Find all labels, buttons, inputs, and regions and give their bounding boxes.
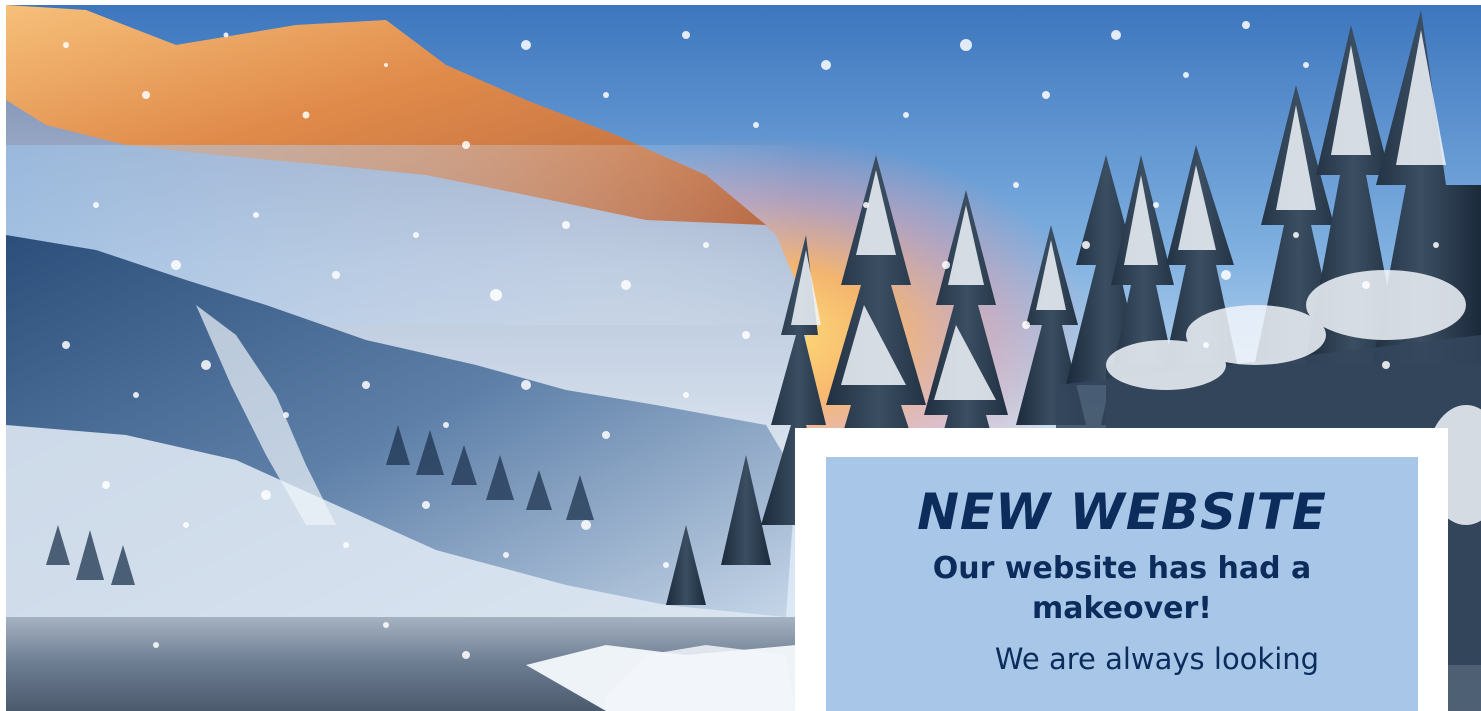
page: NEW WEBSITE Our website has had a makeov… bbox=[0, 0, 1481, 711]
announcement-body: We are always looking bbox=[994, 642, 1320, 676]
announcement-subtitle: Our website has had a makeover! bbox=[932, 551, 1312, 626]
announcement-card: NEW WEBSITE Our website has had a makeov… bbox=[795, 428, 1448, 711]
announcement-panel: NEW WEBSITE Our website has had a makeov… bbox=[826, 457, 1418, 711]
announcement-title: NEW WEBSITE bbox=[917, 483, 1327, 541]
